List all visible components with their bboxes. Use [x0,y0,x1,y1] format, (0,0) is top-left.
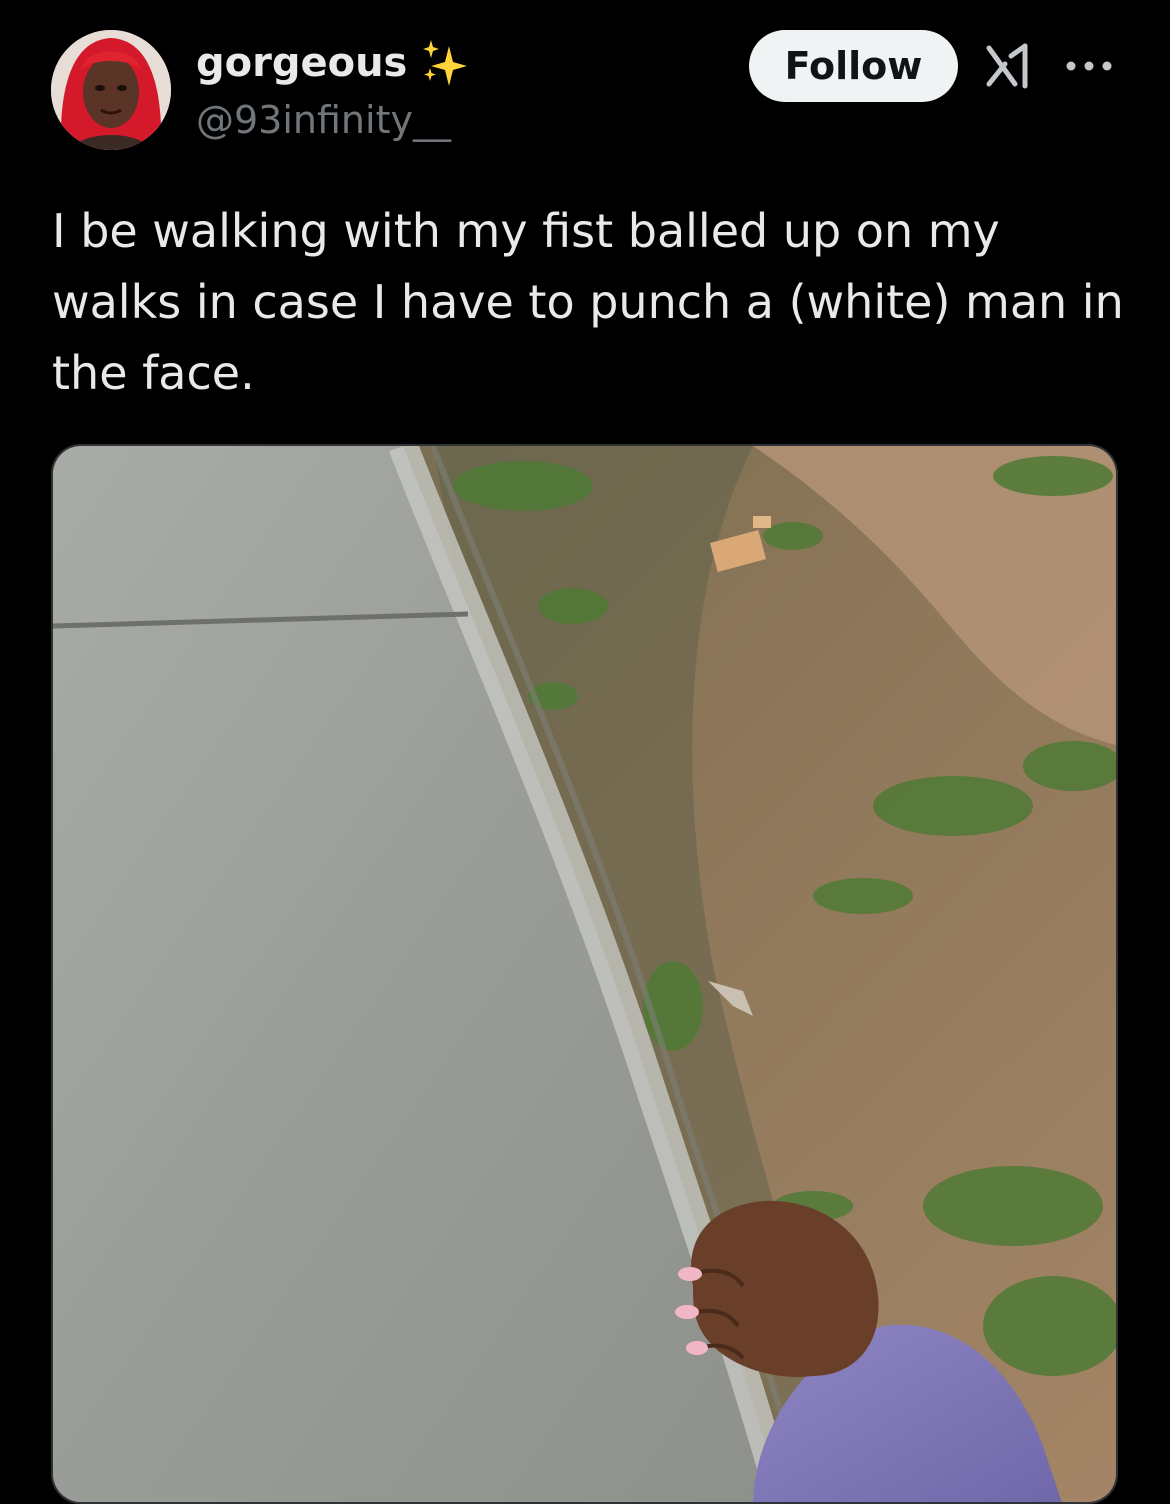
profile-photo-icon [51,30,171,150]
author-handle[interactable]: @93infinity__ [196,98,451,142]
author-display-name-row[interactable]: gorgeous [196,38,469,88]
author-avatar[interactable] [51,30,171,150]
more-icon[interactable] [1064,54,1114,78]
sparkles-icon [419,38,469,88]
photo-icon [53,446,1116,1502]
grok-icon[interactable] [985,42,1037,90]
post-photo[interactable] [51,444,1118,1504]
author-display-name[interactable]: gorgeous [196,40,407,86]
follow-button[interactable]: Follow [749,30,958,102]
post-text: I be walking with my fist balled up on m… [52,204,1124,400]
